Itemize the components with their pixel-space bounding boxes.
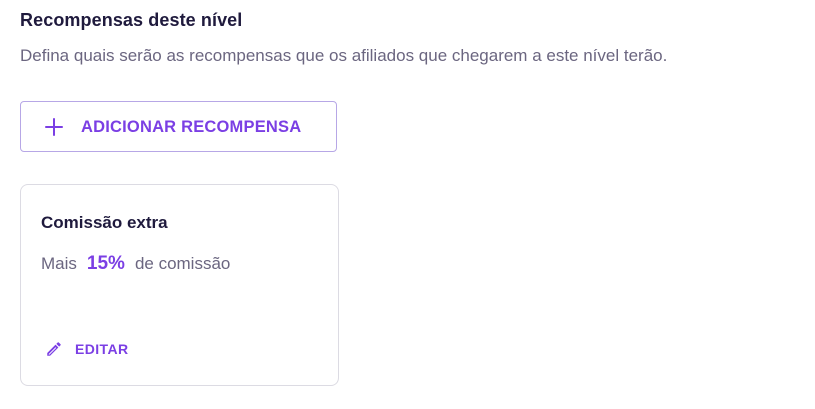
section-title: Recompensas deste nível — [20, 10, 243, 30]
reward-value: 15% — [86, 253, 125, 274]
pencil-icon — [47, 342, 61, 356]
reward-suffix-text: de comissão — [134, 254, 231, 273]
rewards-page: Recompensas deste nível Defina quais ser… — [0, 0, 815, 409]
reward-prefix-text: Mais — [41, 254, 77, 273]
section-description: Defina quais serão as recompensas que os… — [20, 46, 668, 65]
reward-description: Mais 15% de comissão — [41, 253, 230, 275]
reward-card-title: Comissão extra — [41, 213, 168, 232]
add-reward-button-label: ADICIONAR RECOMPENSA — [81, 118, 302, 136]
add-reward-button[interactable]: ADICIONAR RECOMPENSA — [20, 101, 337, 152]
plus-icon — [45, 118, 63, 136]
reward-card: Comissão extra Mais 15% de comissão EDIT… — [20, 184, 339, 386]
edit-reward-button[interactable]: EDITAR — [45, 340, 128, 358]
edit-reward-label: EDITAR — [75, 341, 129, 357]
